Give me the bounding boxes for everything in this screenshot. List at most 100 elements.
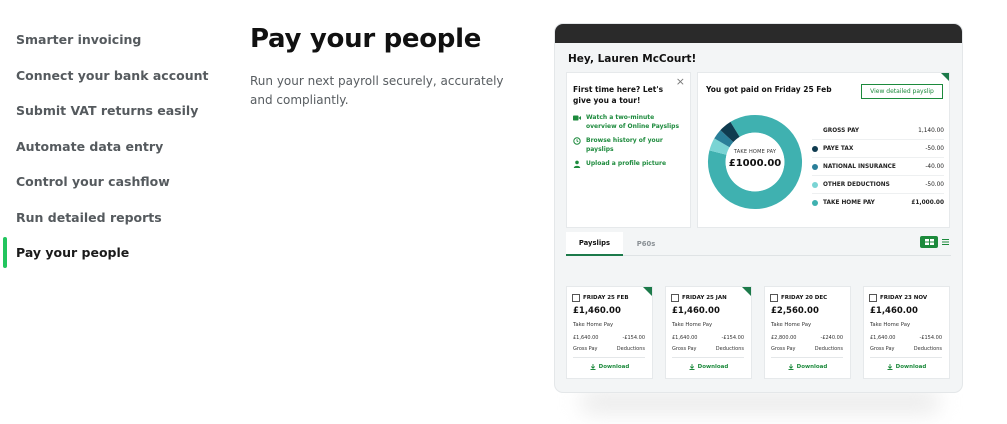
deductions-value: -£154.00 (919, 335, 942, 341)
tour-title: First time here? Let's give you a tour! (573, 85, 664, 105)
history-icon (573, 137, 581, 145)
list-view-icon[interactable] (940, 236, 950, 248)
payslip-date: FRIDAY 20 DEC (781, 295, 828, 301)
payslip-tabs: Payslips P60s (566, 232, 951, 256)
breakdown-row-paye: PAYE TAX -50.00 (812, 140, 944, 158)
pay-summary-panel: You got paid on Friday 25 Feb View detai… (697, 72, 950, 228)
download-icon (887, 364, 893, 370)
download-icon (788, 364, 794, 370)
breakdown-row-take-home: TAKE HOME PAY £1,000.00 (812, 194, 944, 212)
donut-center-label: TAKE HOME PAY £1000.00 (706, 149, 804, 169)
breakdown-value: -50.00 (925, 181, 944, 188)
payslip-amount: £1,460.00 (870, 306, 918, 316)
download-label: Download (598, 364, 630, 370)
nav-item-label: Connect your bank account (16, 67, 209, 83)
take-home-label: Take Home Pay (573, 322, 614, 328)
nav-item-smarter-invoicing[interactable]: Smarter invoicing (0, 22, 220, 58)
donut-label-value: £1000.00 (728, 158, 782, 169)
greeting: Hey, Lauren McCourt! (568, 53, 697, 65)
gross-label: Gross Pay (672, 346, 697, 352)
payslip-amount: £1,460.00 (672, 306, 720, 316)
take-home-label: Take Home Pay (672, 322, 713, 328)
breakdown-row-gross: GROSS PAY 1,140.00 (812, 122, 944, 140)
download-button[interactable]: Download (567, 364, 652, 370)
active-indicator (3, 237, 7, 268)
divider (870, 357, 942, 358)
payslip-amount: £2,560.00 (771, 306, 819, 316)
feature-nav: Smarter invoicing Connect your bank acco… (0, 22, 220, 271)
gross-value: £1,640.00 (870, 335, 896, 341)
payslip-checkbox[interactable] (671, 294, 679, 302)
download-icon (590, 364, 596, 370)
gross-label: Gross Pay (870, 346, 895, 352)
tour-link-label: Browse history of your payslips (586, 137, 663, 153)
donut-label-caption: TAKE HOME PAY (733, 149, 777, 155)
payslip-checkbox[interactable] (572, 294, 580, 302)
download-button[interactable]: Download (864, 364, 949, 370)
tour-panel: × First time here? Let's give you a tour… (566, 72, 691, 228)
tour-link-history[interactable]: Browse history of your payslips (573, 137, 682, 154)
deductions-label: Deductions (814, 346, 843, 352)
payslip-card[interactable]: FRIDAY 23 NOV £1,460.00 Take Home Pay £1… (863, 286, 950, 379)
nav-item-pay-people[interactable]: Pay your people (0, 235, 220, 271)
take-home-label: Take Home Pay (870, 322, 911, 328)
payslip-card[interactable]: FRIDAY 25 FEB £1,460.00 Take Home Pay £1… (566, 286, 653, 379)
nav-item-submit-vat[interactable]: Submit VAT returns easily (0, 93, 220, 129)
divider (573, 357, 645, 358)
nav-item-label: Pay your people (16, 245, 130, 261)
legend-dot (812, 163, 818, 170)
new-flag (643, 287, 652, 296)
breakdown-label: OTHER DEDUCTIONS (823, 181, 890, 188)
view-detailed-payslip-button[interactable]: View detailed payslip (861, 84, 943, 99)
nav-item-reports[interactable]: Run detailed reports (0, 200, 220, 236)
payslips-app-mockup: Hey, Lauren McCourt! × First time here? … (555, 24, 962, 392)
gross-value: £1,640.00 (672, 335, 698, 341)
legend-dot (812, 145, 818, 152)
tour-link-overview[interactable]: Watch a two-minute overview of Online Pa… (573, 114, 682, 131)
nav-item-automate-data[interactable]: Automate data entry (0, 129, 220, 165)
payslip-card[interactable]: FRIDAY 20 DEC £2,560.00 Take Home Pay £2… (764, 286, 851, 379)
download-button[interactable]: Download (666, 364, 751, 370)
divider (672, 357, 744, 358)
payslip-date: FRIDAY 23 NOV (880, 295, 928, 301)
deductions-value: -£154.00 (721, 335, 744, 341)
tour-link-profile[interactable]: Upload a profile picture (573, 160, 682, 169)
nav-item-label: Run detailed reports (16, 209, 162, 225)
breakdown-row-ni: NATIONAL INSURANCE -40.00 (812, 158, 944, 176)
payslip-card[interactable]: FRIDAY 25 JAN £1,460.00 Take Home Pay £1… (665, 286, 752, 379)
pay-breakdown: GROSS PAY 1,140.00 PAYE TAX -50.00 NATIO… (812, 122, 944, 212)
tab-p60s[interactable]: P60s (631, 232, 661, 256)
nav-item-label: Control your cashflow (16, 174, 170, 190)
download-button[interactable]: Download (765, 364, 850, 370)
download-label: Download (895, 364, 927, 370)
gross-label: Gross Pay (573, 346, 598, 352)
breakdown-row-other: OTHER DEDUCTIONS -50.00 (812, 176, 944, 194)
payslip-date: FRIDAY 25 JAN (682, 295, 727, 301)
close-icon[interactable]: × (676, 75, 685, 88)
nav-item-cashflow[interactable]: Control your cashflow (0, 164, 220, 200)
page-description: Run your next payroll securely, accurate… (250, 74, 504, 107)
deductions-label: Deductions (715, 346, 744, 352)
deductions-value: -£154.00 (622, 335, 645, 341)
page-title: Pay your people (250, 24, 482, 54)
payslip-checkbox[interactable] (770, 294, 778, 302)
divider (771, 357, 843, 358)
breakdown-label: NATIONAL INSURANCE (823, 163, 896, 170)
payslip-checkbox[interactable] (869, 294, 877, 302)
nav-item-label: Smarter invoicing (16, 32, 142, 48)
breakdown-label: PAYE TAX (823, 145, 854, 152)
new-flag (742, 287, 751, 296)
download-label: Download (796, 364, 828, 370)
tour-link-label: Upload a profile picture (586, 160, 667, 167)
grid-view-icon[interactable] (920, 236, 938, 248)
tour-link-label: Watch a two-minute overview of Online Pa… (586, 114, 680, 130)
nav-item-label: Submit VAT returns easily (16, 103, 199, 119)
pay-summary-title: You got paid on Friday 25 Feb (706, 85, 832, 94)
take-home-label: Take Home Pay (771, 322, 812, 328)
breakdown-label: GROSS PAY (823, 127, 860, 134)
deductions-value: -£240.00 (820, 335, 843, 341)
legend-dot (812, 128, 818, 134)
nav-item-connect-bank[interactable]: Connect your bank account (0, 58, 220, 94)
tab-payslips[interactable]: Payslips (566, 232, 623, 256)
payslip-amount: £1,460.00 (573, 306, 621, 316)
